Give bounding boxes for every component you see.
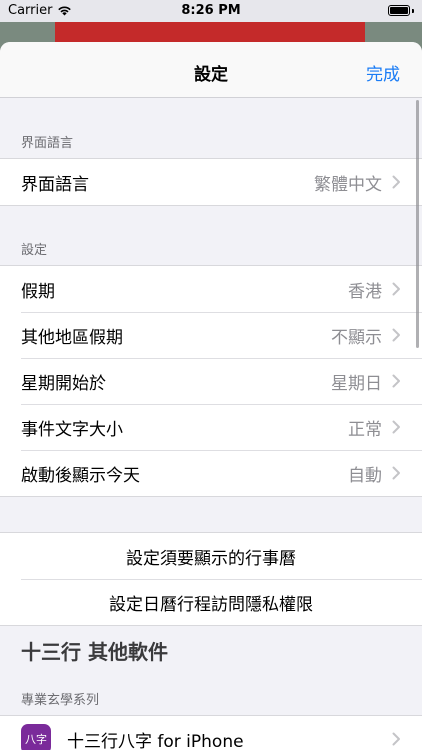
settings-sheet: 設定 完成 界面語言 界面語言 繁體中文 設定 假期 香港 其他地區假期 不顯示… bbox=[0, 42, 422, 750]
show-calendars-button[interactable]: 設定須要顯示的行事曆 bbox=[0, 533, 422, 579]
other-region-holiday-row-label: 其他地區假期 bbox=[21, 327, 123, 348]
status-bar: Carrier 8:26 PM bbox=[0, 0, 422, 22]
bazi-app-icon-text: 八字 bbox=[25, 733, 47, 746]
chevron-right-icon bbox=[392, 175, 400, 189]
holiday-row-value: 香港 bbox=[348, 281, 382, 302]
nav-bar: 設定 完成 bbox=[0, 42, 422, 98]
show-today-on-launch-row-value: 自動 bbox=[348, 465, 382, 486]
holiday-row[interactable]: 假期 香港 bbox=[0, 266, 422, 312]
event-text-size-row-label: 事件文字大小 bbox=[21, 419, 123, 440]
chevron-right-icon bbox=[392, 420, 400, 434]
show-today-on-launch-row[interactable]: 啟動後顯示今天 自動 bbox=[0, 450, 422, 496]
language-group: 界面語言 繁體中文 bbox=[0, 158, 422, 206]
chevron-right-icon bbox=[392, 732, 400, 746]
chevron-right-icon bbox=[392, 282, 400, 296]
actions-group: 設定須要顯示的行事曆 設定日曆行程訪問隱私權限 bbox=[0, 532, 422, 626]
other-apps-group: 八字 十三行八字 for iPhone bbox=[0, 715, 422, 750]
bazi-app-icon: 八字 bbox=[21, 724, 51, 750]
chevron-right-icon bbox=[392, 328, 400, 342]
battery-icon bbox=[388, 5, 414, 16]
other-region-holiday-row[interactable]: 其他地區假期 不顯示 bbox=[0, 312, 422, 358]
other-apps-subheader: 專業玄學系列 bbox=[21, 693, 100, 708]
page-title: 設定 bbox=[194, 65, 228, 85]
chevron-right-icon bbox=[392, 374, 400, 388]
settings-group: 假期 香港 其他地區假期 不顯示 星期開始於 星期日 事件文字大小 正常 啟動後… bbox=[0, 265, 422, 497]
show-calendars-label: 設定須要顯示的行事曆 bbox=[126, 548, 296, 569]
language-section-header: 界面語言 bbox=[21, 136, 74, 151]
settings-section-header: 設定 bbox=[21, 243, 48, 258]
other-apps-title: 十三行 其他軟件 bbox=[21, 640, 168, 664]
show-today-on-launch-row-label: 啟動後顯示今天 bbox=[21, 465, 140, 486]
week-start-row[interactable]: 星期開始於 星期日 bbox=[0, 358, 422, 404]
language-row-label: 界面語言 bbox=[21, 174, 89, 195]
calendar-privacy-button[interactable]: 設定日曆行程訪問隱私權限 bbox=[0, 579, 422, 625]
language-row-value: 繁體中文 bbox=[314, 174, 382, 195]
holiday-row-label: 假期 bbox=[21, 281, 55, 302]
event-text-size-row-value: 正常 bbox=[348, 419, 382, 440]
calendar-privacy-label: 設定日曆行程訪問隱私權限 bbox=[109, 594, 313, 615]
app-name: 十三行八字 for iPhone bbox=[67, 731, 244, 750]
week-start-row-label: 星期開始於 bbox=[21, 373, 106, 394]
language-row[interactable]: 界面語言 繁體中文 bbox=[0, 159, 422, 205]
scroll-indicator[interactable] bbox=[416, 100, 419, 348]
week-start-row-value: 星期日 bbox=[331, 373, 382, 394]
app-row-bazi[interactable]: 八字 十三行八字 for iPhone bbox=[0, 716, 422, 750]
event-text-size-row[interactable]: 事件文字大小 正常 bbox=[0, 404, 422, 450]
chevron-right-icon bbox=[392, 466, 400, 480]
done-button[interactable]: 完成 bbox=[366, 60, 400, 85]
status-time: 8:26 PM bbox=[181, 3, 241, 18]
other-region-holiday-row-value: 不顯示 bbox=[331, 327, 382, 348]
